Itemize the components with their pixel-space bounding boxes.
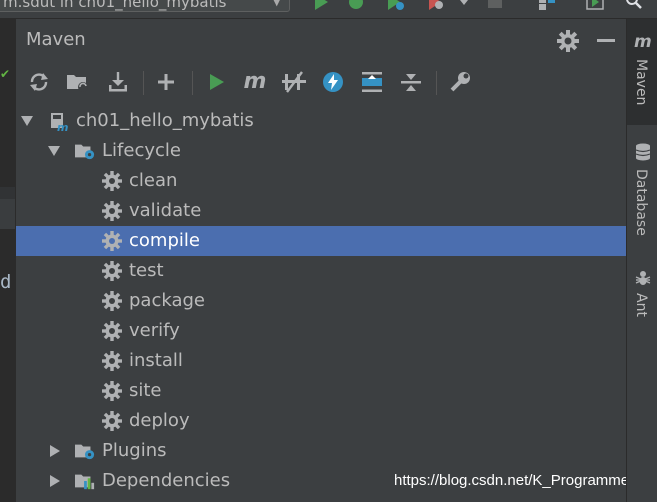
tree-row-goal-deploy[interactable]: deploy: [16, 406, 626, 436]
stop-icon[interactable]: [486, 0, 504, 10]
gear-icon: [102, 231, 122, 251]
panel-header: Maven: [16, 19, 626, 63]
coverage-icon[interactable]: [386, 0, 404, 10]
gear-icon: [102, 351, 122, 371]
chevron-down-icon[interactable]: [459, 0, 469, 10]
gear-icon: [102, 381, 122, 401]
editor-area: ✔ d: [0, 19, 15, 502]
tree-label-dependencies: Dependencies: [102, 470, 231, 491]
database-icon: [635, 143, 651, 161]
tree-row-goal-compile[interactable]: compile: [16, 226, 626, 256]
editor-highlight-band: [0, 199, 15, 229]
ant-icon: [635, 271, 651, 285]
tree-row-project[interactable]: m ch01_hello_mybatis: [16, 106, 626, 136]
download-icon[interactable]: [105, 69, 131, 95]
right-tool-window-bar: m Maven Database Ant: [626, 19, 657, 502]
run-icon[interactable]: [203, 69, 229, 95]
chevron-down-icon: ▼: [272, 0, 281, 8]
watermark-text: https://blog.csdn.net/K_Programmer: [394, 472, 635, 489]
maven-toolbar: m: [16, 63, 626, 103]
check-mark-icon: ✔: [0, 67, 11, 81]
run-anything-icon[interactable]: [586, 0, 604, 10]
tree-row-goal-validate[interactable]: validate: [16, 196, 626, 226]
tab-label-maven: Maven: [633, 59, 649, 106]
tab-label-ant: Ant: [633, 293, 649, 317]
expand-arrow-icon[interactable]: [20, 106, 34, 136]
tab-database[interactable]: Database: [627, 137, 657, 249]
maven-tool-window: Maven m m ch01_hello_mybatis Lifecycle c…: [15, 19, 634, 502]
gear-icon: [102, 321, 122, 341]
tree-label-plugins: Plugins: [102, 440, 167, 461]
tree-row-goal-verify[interactable]: verify: [16, 316, 626, 346]
tree-label-goal: verify: [129, 320, 180, 341]
tree-label-goal: package: [129, 290, 205, 311]
tree-label-goal: site: [129, 380, 162, 401]
tree-label-goal: clean: [129, 170, 178, 191]
toolbar-separator: [192, 71, 193, 95]
run-configuration-selector[interactable]: m.sdut in ch01_hello_mybatis ▼: [0, 0, 290, 12]
tree-label-goal: validate: [129, 200, 202, 221]
run-configuration-label: m.sdut in ch01_hello_mybatis: [3, 0, 227, 11]
skip-tests-icon[interactable]: [320, 69, 346, 95]
toggle-offline-icon[interactable]: [281, 69, 307, 95]
debug-icon[interactable]: [347, 0, 365, 10]
tree-label-goal: install: [129, 350, 183, 371]
gear-icon: [102, 201, 122, 221]
gear-icon: [102, 411, 122, 431]
top-toolbar: m.sdut in ch01_hello_mybatis ▼: [0, 0, 657, 19]
editor-text-fragment: d: [0, 271, 12, 293]
gear-icon: [102, 291, 122, 311]
show-dependencies-icon[interactable]: [359, 69, 385, 95]
gear-icon[interactable]: [557, 30, 579, 52]
tree-label-lifecycle: Lifecycle: [102, 140, 181, 161]
tree-row-goal-test[interactable]: test: [16, 256, 626, 286]
maven-icon: m: [634, 32, 652, 52]
project-structure-icon[interactable]: [538, 0, 556, 10]
tree-label-goal: deploy: [129, 410, 190, 431]
settings-wrench-icon[interactable]: [447, 69, 473, 95]
tab-label-database: Database: [633, 169, 649, 236]
collapse-all-icon[interactable]: [398, 69, 424, 95]
add-icon[interactable]: [153, 69, 179, 95]
run-icon[interactable]: [312, 0, 330, 10]
tree-label-goal: test: [129, 260, 164, 281]
generate-sources-icon[interactable]: [65, 69, 91, 95]
collapse-arrow-icon[interactable]: [47, 436, 61, 466]
collapse-arrow-icon[interactable]: [47, 466, 61, 496]
plugins-folder-icon: [75, 444, 95, 460]
lifecycle-folder-icon: [75, 144, 95, 160]
profile-icon[interactable]: [427, 0, 445, 10]
tree-row-goal-site[interactable]: site: [16, 376, 626, 406]
svg-text:m: m: [57, 121, 68, 131]
minimize-icon[interactable]: [597, 39, 615, 42]
tree-row-plugins[interactable]: Plugins: [16, 436, 626, 466]
reload-icon[interactable]: [26, 69, 52, 95]
execute-goal-icon[interactable]: m: [242, 69, 268, 95]
toolbar-separator: [436, 71, 437, 95]
expand-arrow-icon[interactable]: [47, 136, 61, 166]
tab-maven[interactable]: m Maven: [627, 19, 657, 125]
tab-ant[interactable]: Ant: [627, 263, 657, 331]
tree-row-goal-install[interactable]: install: [16, 346, 626, 376]
maven-project-icon: m: [51, 113, 68, 131]
toolbar-separator: [143, 71, 144, 95]
tree-row-goal-clean[interactable]: clean: [16, 166, 626, 196]
tree-label-goal: compile: [129, 230, 200, 251]
tree-row-lifecycle[interactable]: Lifecycle: [16, 136, 626, 166]
gear-icon: [102, 261, 122, 281]
tree-row-goal-package[interactable]: package: [16, 286, 626, 316]
dependencies-folder-icon: [75, 474, 95, 490]
tree-label-project: ch01_hello_mybatis: [76, 110, 254, 131]
panel-title: Maven: [26, 29, 86, 50]
gear-icon: [102, 171, 122, 191]
search-icon[interactable]: [625, 0, 643, 10]
